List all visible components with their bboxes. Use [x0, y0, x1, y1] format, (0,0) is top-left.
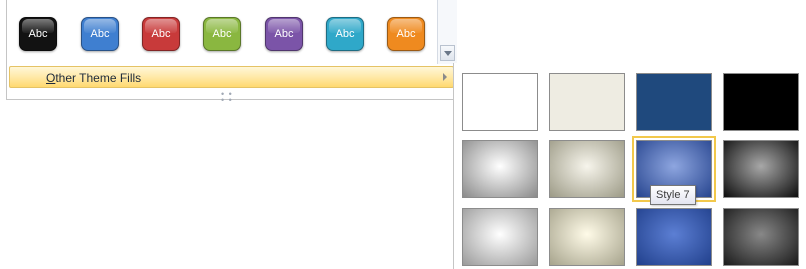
other-theme-fills-menu-item[interactable]: Other Theme Fills [9, 66, 454, 88]
other-theme-fills-label: Other Theme Fills [46, 71, 141, 85]
resize-grip[interactable]: • • • • [221, 90, 239, 105]
theme-fill-style-10[interactable] [549, 208, 625, 266]
theme-fill-style-4[interactable] [723, 73, 799, 131]
theme-fill-style-2[interactable] [549, 73, 625, 131]
shape-styles-gallery: Abc Abc Abc Abc Abc Abc Abc Other Theme … [6, 0, 457, 105]
theme-fill-style-9[interactable] [462, 208, 538, 266]
shape-style-swatch-blue[interactable]: Abc [81, 17, 119, 51]
chevron-down-icon [444, 51, 452, 56]
style-tooltip: Style 7 [650, 185, 696, 205]
theme-fill-style-3[interactable] [636, 73, 712, 131]
shape-style-swatch-green[interactable]: Abc [203, 17, 241, 51]
theme-fills-gallery [453, 63, 806, 269]
shape-style-swatch-purple[interactable]: Abc [265, 17, 303, 51]
theme-fill-style-11[interactable] [636, 208, 712, 266]
theme-fill-style-8[interactable] [723, 140, 799, 198]
theme-fill-style-5[interactable] [462, 140, 538, 198]
gallery-scrollbar [437, 0, 457, 64]
theme-fill-style-1[interactable] [462, 73, 538, 131]
shape-style-swatch-red[interactable]: Abc [142, 17, 180, 51]
shape-style-swatch-aqua[interactable]: Abc [326, 17, 364, 51]
shape-styles-row: Abc Abc Abc Abc Abc Abc Abc [7, 0, 437, 64]
submenu-arrow-icon [443, 73, 447, 81]
theme-fill-style-12[interactable] [723, 208, 799, 266]
shape-style-swatch-black[interactable]: Abc [19, 17, 57, 51]
label-rest: ther Theme Fills [55, 71, 142, 85]
theme-fill-style-6[interactable] [549, 140, 625, 198]
gallery-scroll-down-button[interactable] [440, 45, 455, 61]
accesskey-o: O [46, 71, 56, 85]
shape-style-swatch-orange[interactable]: Abc [387, 17, 425, 51]
